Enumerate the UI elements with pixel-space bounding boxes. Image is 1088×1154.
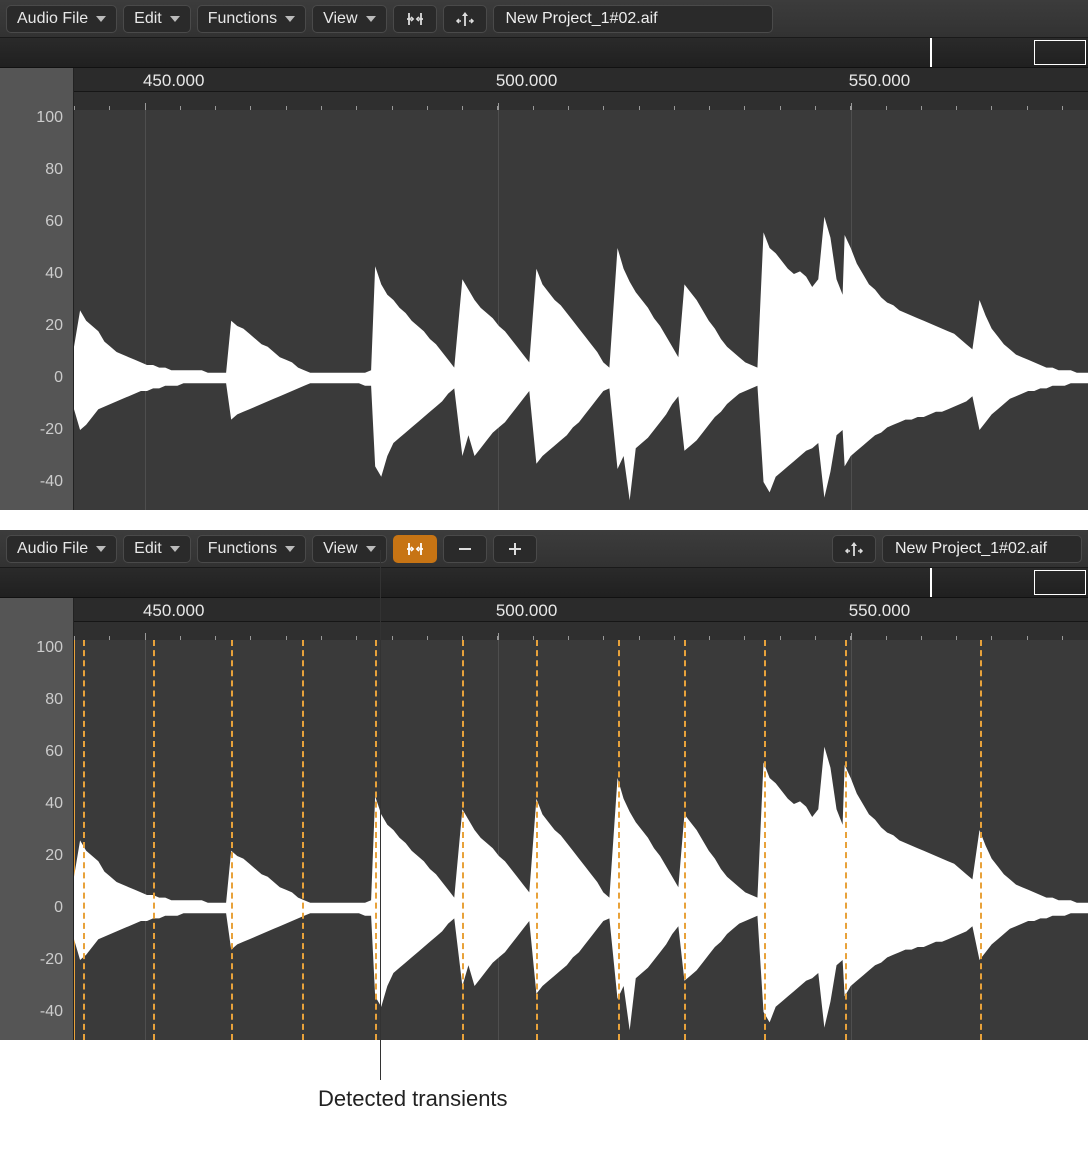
ruler-label: 450.000 xyxy=(143,71,204,91)
callout-label: Detected transients xyxy=(318,1086,508,1112)
overview-playhead[interactable] xyxy=(930,568,932,597)
audio-editor-panel-bottom: Audio File Edit Functions View xyxy=(0,530,1088,1040)
menu-label: Audio File xyxy=(17,10,88,28)
overview-strip[interactable] xyxy=(0,568,1088,598)
transient-marker[interactable] xyxy=(462,640,464,1040)
transient-marker[interactable] xyxy=(980,640,982,1040)
add-transient-button[interactable] xyxy=(493,535,537,563)
toolbar: Audio File Edit Functions View xyxy=(0,530,1088,568)
remove-transient-button[interactable] xyxy=(443,535,487,563)
amplitude-label: 80 xyxy=(45,691,63,709)
filename-display[interactable]: New Project_1#02.aif xyxy=(882,535,1082,563)
filename-text: New Project_1#02.aif xyxy=(506,10,658,27)
transient-marker[interactable] xyxy=(302,640,304,1040)
amplitude-gutter: 100 80 60 40 20 0 -20 -40 xyxy=(0,640,74,1040)
overview-zoom-handle[interactable] xyxy=(1034,570,1086,595)
flex-mode-button[interactable] xyxy=(393,535,437,563)
flex-icon xyxy=(405,11,425,27)
time-ruler[interactable]: 450.000 500.000 550.000 xyxy=(0,68,1088,110)
transient-marker[interactable] xyxy=(231,640,233,1040)
amplitude-label: -40 xyxy=(40,1003,63,1021)
audio-editor-panel-top: Audio File Edit Functions View xyxy=(0,0,1088,510)
filename-text: New Project_1#02.aif xyxy=(895,540,1047,557)
minus-icon xyxy=(457,541,473,557)
ruler-label: 550.000 xyxy=(849,71,910,91)
menu-label: View xyxy=(323,10,357,28)
menu-audio-file[interactable]: Audio File xyxy=(6,5,117,33)
ruler-label: 450.000 xyxy=(143,601,204,621)
menu-audio-file[interactable]: Audio File xyxy=(6,535,117,563)
amplitude-label: 20 xyxy=(45,847,63,865)
amplitude-label: 40 xyxy=(45,795,63,813)
transient-marker[interactable] xyxy=(536,640,538,1040)
waveform-area[interactable] xyxy=(74,110,1088,510)
menu-label: Functions xyxy=(208,540,277,558)
transient-marker[interactable] xyxy=(153,640,155,1040)
ruler-label: 500.000 xyxy=(496,601,557,621)
callout: Detected transients xyxy=(0,1040,1088,1120)
amplitude-label: 40 xyxy=(45,265,63,283)
amplitude-label: -40 xyxy=(40,473,63,491)
amplitude-label: -20 xyxy=(40,421,63,439)
transient-marker[interactable] xyxy=(83,640,85,1040)
time-ruler[interactable]: 450.000 500.000 550.000 xyxy=(0,598,1088,640)
amplitude-label: -20 xyxy=(40,951,63,969)
amplitude-label: 60 xyxy=(45,743,63,761)
chevron-down-icon xyxy=(366,546,376,552)
transient-marker[interactable] xyxy=(618,640,620,1040)
waveform xyxy=(74,110,1088,510)
menu-view[interactable]: View xyxy=(312,5,386,33)
transient-marker[interactable] xyxy=(764,640,766,1040)
menu-functions[interactable]: Functions xyxy=(197,5,306,33)
transient-mode-button[interactable] xyxy=(443,5,487,33)
toolbar: Audio File Edit Functions View xyxy=(0,0,1088,38)
waveform-editor[interactable]: 100 80 60 40 20 0 -20 -40 xyxy=(0,110,1088,510)
menu-label: Functions xyxy=(208,10,277,28)
flex-mode-button[interactable] xyxy=(393,5,437,33)
amplitude-label: 0 xyxy=(54,369,63,387)
amplitude-label: 60 xyxy=(45,213,63,231)
menu-label: Audio File xyxy=(17,540,88,558)
callout-leader-line xyxy=(380,550,381,1080)
chevron-down-icon xyxy=(96,16,106,22)
filename-display[interactable]: New Project_1#02.aif xyxy=(493,5,773,33)
flex-icon xyxy=(405,541,425,557)
overview-playhead[interactable] xyxy=(930,38,932,67)
menu-label: Edit xyxy=(134,10,162,28)
transient-marker[interactable] xyxy=(845,640,847,1040)
plus-icon xyxy=(507,541,523,557)
chevron-down-icon xyxy=(170,546,180,552)
amplitude-label: 100 xyxy=(36,639,63,657)
menu-functions[interactable]: Functions xyxy=(197,535,306,563)
ruler-label: 550.000 xyxy=(849,601,910,621)
amplitude-label: 20 xyxy=(45,317,63,335)
menu-label: Edit xyxy=(134,540,162,558)
waveform-area[interactable] xyxy=(74,640,1088,1040)
overview-zoom-handle[interactable] xyxy=(1034,40,1086,65)
overview-strip[interactable] xyxy=(0,38,1088,68)
amplitude-label: 0 xyxy=(54,899,63,917)
menu-edit[interactable]: Edit xyxy=(123,5,191,33)
waveform-editor[interactable]: 100 80 60 40 20 0 -20 -40 xyxy=(0,640,1088,1040)
menu-label: View xyxy=(323,540,357,558)
chevron-down-icon xyxy=(285,546,295,552)
chevron-down-icon xyxy=(285,16,295,22)
chevron-down-icon xyxy=(366,16,376,22)
transient-marker-icon xyxy=(454,11,476,27)
amplitude-label: 80 xyxy=(45,161,63,179)
transient-marker[interactable] xyxy=(684,640,686,1040)
amplitude-gutter: 100 80 60 40 20 0 -20 -40 xyxy=(0,110,74,510)
transient-marker-icon xyxy=(843,541,865,557)
amplitude-label: 100 xyxy=(36,109,63,127)
waveform xyxy=(74,640,1088,1040)
ruler-label: 500.000 xyxy=(496,71,557,91)
menu-view[interactable]: View xyxy=(312,535,386,563)
menu-edit[interactable]: Edit xyxy=(123,535,191,563)
chevron-down-icon xyxy=(96,546,106,552)
transient-marker[interactable] xyxy=(375,640,377,1040)
transient-mode-button[interactable] xyxy=(832,535,876,563)
chevron-down-icon xyxy=(170,16,180,22)
